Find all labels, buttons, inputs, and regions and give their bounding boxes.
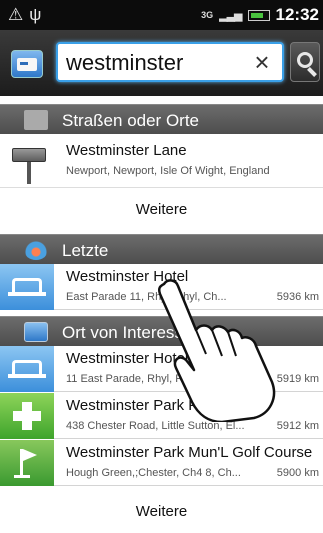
poi-icon	[24, 322, 48, 342]
street-sign-icon	[24, 110, 48, 130]
warning-icon: ⚠	[8, 5, 30, 24]
item-name: Westminster Lane	[66, 142, 187, 159]
hotel-icon	[0, 264, 54, 310]
item-address: Newport, Newport, Isle Of Wight, England	[66, 165, 270, 177]
item-name: Westminster Park Mun'L Golf Course	[66, 444, 313, 461]
street-sign-icon	[12, 144, 46, 184]
golf-icon	[0, 440, 54, 486]
section-title: Letzte	[62, 241, 109, 260]
app-icon[interactable]	[11, 50, 43, 78]
pharmacy-icon	[0, 393, 54, 439]
status-bar: ⚠ψ 3G ▂▃▅ 12:32	[0, 0, 323, 30]
status-time: 12:32	[275, 5, 319, 24]
usb-icon: ψ	[29, 5, 48, 24]
status-left-icons: ⚠ψ	[8, 5, 47, 25]
search-field[interactable]: ×	[56, 42, 284, 82]
section-title: Straßen oder Orte	[62, 111, 200, 130]
search-header: ×	[0, 30, 323, 96]
more-button[interactable]: Weitere	[0, 190, 323, 230]
search-input[interactable]	[66, 51, 246, 75]
signal-icon: ▂▃▅	[219, 9, 242, 22]
clear-icon[interactable]: ×	[248, 48, 276, 76]
streets-block: Westminster Lane Newport, Newport, Isle …	[0, 134, 323, 232]
network-3g-icon: 3G	[201, 9, 214, 20]
list-item[interactable]: Westminster Lane Newport, Newport, Isle …	[0, 138, 323, 188]
section-header-streets: Straßen oder Orte	[0, 104, 323, 134]
battery-icon	[247, 9, 270, 21]
tap-hand-icon	[157, 279, 276, 422]
section-header-recent: Letzte	[0, 234, 323, 264]
hotel-icon	[0, 346, 54, 392]
list-item[interactable]: Westminster Park Mun'L Golf Course Hough…	[0, 440, 323, 486]
search-button[interactable]	[290, 42, 320, 82]
more-button[interactable]: Weitere	[0, 490, 323, 533]
status-right: 3G ▂▃▅ 12:32	[201, 5, 319, 25]
item-address: Hough Green,;Chester, Ch4 8, Ch...	[66, 467, 241, 479]
item-distance: 5900 km	[276, 467, 319, 479]
recent-icon	[24, 240, 48, 260]
search-icon	[297, 52, 313, 68]
